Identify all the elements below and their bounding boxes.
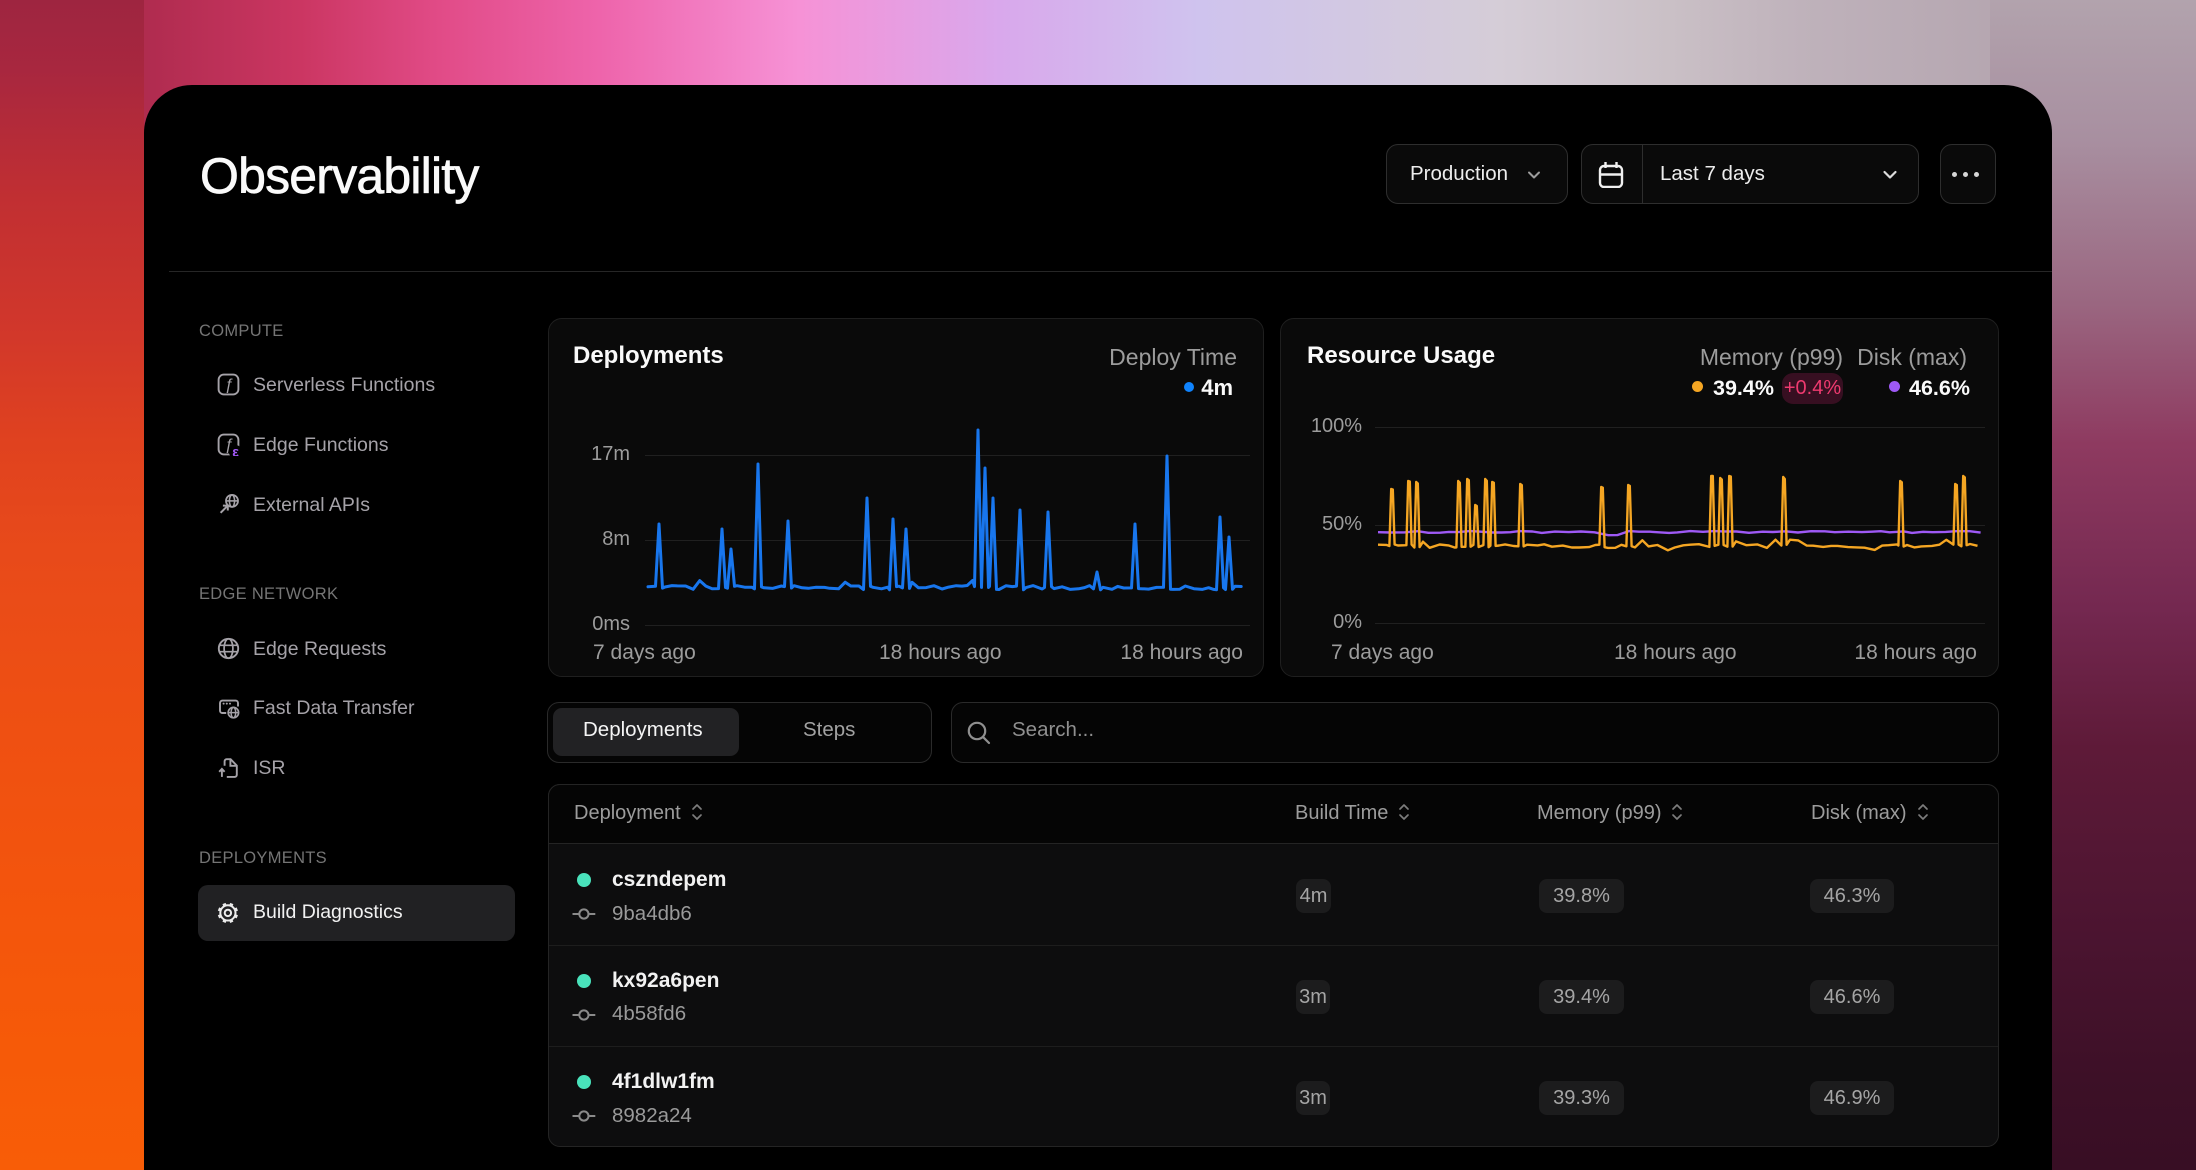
svg-text:ƒ: ƒ: [224, 377, 233, 394]
svg-text:ε: ε: [232, 443, 239, 456]
